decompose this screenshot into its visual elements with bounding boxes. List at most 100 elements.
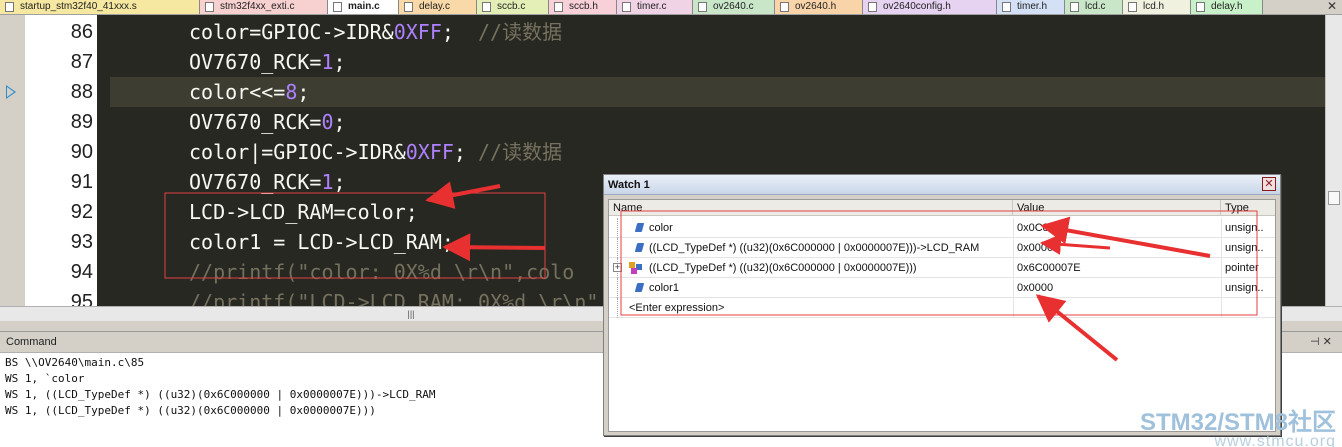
file-tab[interactable]: startup_stm32f40_41xxx.s (0, 0, 200, 14)
file-tab[interactable]: sccb.c (477, 0, 549, 14)
code-literal: 1 (321, 50, 334, 74)
fold-margin (97, 15, 110, 306)
file-tab-label: timer.c (637, 1, 667, 12)
close-icon[interactable]: ✕ (1323, 336, 1332, 348)
watch-name: ((LCD_TypeDef *) ((u32)(0x6C000000 | 0x0… (649, 262, 917, 274)
file-icon (780, 2, 789, 12)
vertical-scroll-thumb[interactable] (1328, 191, 1340, 205)
watch-row[interactable]: <Enter expression> (609, 298, 1275, 318)
struct-icon (629, 262, 643, 274)
file-tab-label: startup_stm32f40_41xxx.s (20, 1, 137, 12)
watch-type (1221, 298, 1275, 318)
file-icon (1196, 2, 1205, 12)
tree-line (617, 218, 618, 238)
code-token: ; (333, 110, 346, 134)
command-window-controls[interactable]: ⊣ ✕ (1310, 334, 1342, 350)
file-tab-label: main.c (348, 1, 380, 12)
expand-icon[interactable]: + (613, 263, 622, 272)
file-icon (1070, 2, 1079, 12)
code-literal: 0 (321, 110, 334, 134)
watch-value: 0x0C84 (1013, 218, 1218, 238)
line-number: 91 (70, 171, 93, 193)
code-line[interactable]: OV7670_RCK=1; (110, 47, 1325, 77)
file-tab[interactable]: ov2640.c (693, 0, 775, 14)
variable-icon (634, 243, 645, 252)
command-line: BS \\OV2640\main.c\85 (5, 356, 145, 369)
line-number: 87 (70, 51, 93, 73)
file-tab[interactable]: lcd.h (1123, 0, 1191, 14)
file-icon (5, 2, 14, 12)
watch-name[interactable]: <Enter expression> (629, 298, 989, 318)
watch-type: unsign.. (1221, 278, 1275, 298)
watch-table: Name Value Type color 0x0C84 unsign.. ((LCD… (608, 199, 1276, 432)
file-tab[interactable]: timer.h (997, 0, 1065, 14)
pin-icon[interactable]: ⊣ (1310, 336, 1320, 348)
close-icon[interactable]: ✕ (1262, 177, 1276, 191)
code-token: color|=GPIOC->IDR& (189, 140, 406, 164)
file-tab[interactable]: ov2640config.h (863, 0, 997, 14)
watch-row[interactable]: ((LCD_TypeDef *) ((u32)(0x6C000000 | 0x0… (609, 238, 1275, 258)
line-number: 86 (70, 21, 93, 43)
file-icon (622, 2, 631, 12)
code-token: ; (333, 50, 346, 74)
file-icon (333, 2, 342, 12)
breakpoint-margin[interactable] (0, 15, 25, 306)
code-comment: //printf("LCD->LCD_RAM: 0X%d \r\n" (189, 290, 599, 306)
file-tab-label: delay.h (1211, 1, 1243, 12)
close-icon[interactable]: ✕ (1327, 0, 1339, 14)
current-line-arrow-icon (6, 85, 16, 99)
file-tab-label: timer.h (1017, 1, 1048, 12)
file-tab[interactable]: delay.c (399, 0, 477, 14)
code-line[interactable]: OV7670_RCK=0; (110, 107, 1325, 137)
code-line[interactable]: color<<=8; (110, 77, 1325, 107)
file-tab[interactable]: sccb.h (549, 0, 617, 14)
file-tab-bar: startup_stm32f40_41xxx.s stm32f4xx_exti.c… (0, 0, 1342, 15)
watch-row[interactable]: color 0x0C84 unsign.. (609, 218, 1275, 238)
column-header-value[interactable]: Value (1013, 200, 1221, 216)
line-number: 95 (70, 291, 93, 306)
file-tab[interactable]: timer.c (617, 0, 693, 14)
file-tab-label: ov2640config.h (883, 1, 951, 12)
horizontal-scroll-thumb[interactable]: ||| (403, 308, 419, 320)
code-line[interactable]: color=GPIOC->IDR&0XFF; //读数据 (110, 17, 1325, 47)
watch-row[interactable]: color1 0x0000 unsign.. (609, 278, 1275, 298)
code-literal: 0XFF (393, 20, 442, 44)
file-tab-label: ov2640.c (713, 1, 754, 12)
command-line: WS 1, ((LCD_TypeDef *) ((u32)(0x6C000000… (5, 404, 376, 417)
code-token: ; (441, 20, 478, 44)
watermark-url: www.stmcu.org (1214, 433, 1336, 447)
column-header-name[interactable]: Name (609, 200, 1013, 216)
file-tab[interactable]: stm32f4xx_exti.c (200, 0, 328, 14)
watch-row[interactable]: + ((LCD_TypeDef *) ((u32)(0x6C000000 | 0x… (609, 258, 1275, 278)
code-token: OV7670_RCK= (189, 170, 322, 194)
code-token: color1 = LCD->LCD_RAM; (189, 230, 454, 254)
file-tab[interactable]: lcd.c (1065, 0, 1123, 14)
file-tab[interactable]: delay.h (1191, 0, 1263, 14)
variable-icon (634, 223, 645, 232)
file-icon (1128, 2, 1137, 12)
watch-window[interactable]: Watch 1 ✕ Name Value Type color 0x0C84 uns… (603, 174, 1281, 436)
file-tab-label: lcd.h (1143, 1, 1165, 12)
watch-name: color (649, 222, 673, 234)
file-tab-label: ov2640.h (795, 1, 837, 12)
file-tab-label: sccb.c (497, 1, 526, 12)
code-comment: //printf("color: 0X%d \r\n",colo (189, 260, 575, 284)
file-icon (554, 2, 563, 12)
file-tab-label: lcd.c (1085, 1, 1106, 12)
column-header-type[interactable]: Type (1221, 200, 1275, 216)
line-number: 88 (70, 81, 93, 103)
editor-vertical-scrollbar[interactable] (1325, 15, 1342, 306)
file-tab[interactable]: main.c (328, 0, 399, 14)
code-token: ; (297, 80, 310, 104)
file-icon (698, 2, 707, 12)
code-line[interactable]: color|=GPIOC->IDR&0XFF; //读数据 (110, 137, 1325, 167)
line-number: 92 (70, 201, 93, 223)
watch-name: ((LCD_TypeDef *) ((u32)(0x6C000000 | 0x0… (649, 242, 980, 254)
file-icon (404, 2, 413, 12)
code-literal: 0XFF (405, 140, 454, 164)
file-tab-label: sccb.h (569, 1, 598, 12)
file-tab-label: delay.c (419, 1, 450, 12)
file-tab[interactable]: ov2640.h (775, 0, 863, 14)
command-output: BS \\OV2640\main.c\85 WS 1, `color WS 1, (… (5, 355, 605, 419)
command-line: WS 1, ((LCD_TypeDef *) ((u32)(0x6C000000… (5, 388, 436, 401)
